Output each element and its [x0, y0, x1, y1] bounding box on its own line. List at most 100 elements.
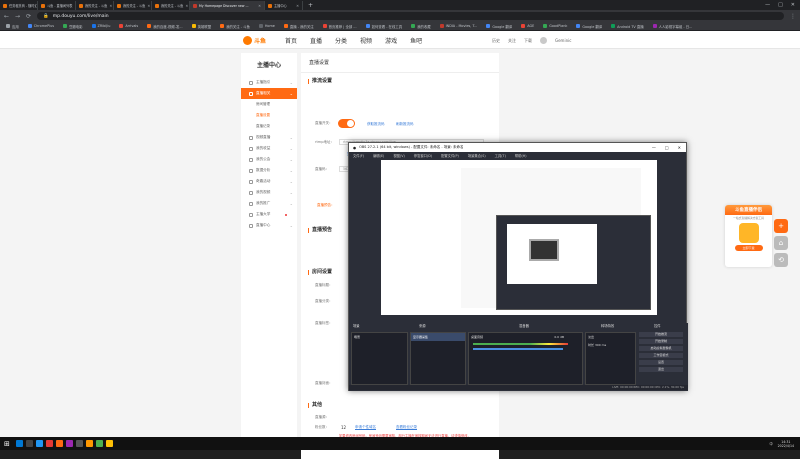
bookmark-item[interactable]: GoodPlank: [543, 24, 567, 28]
bookmark-item[interactable]: Google 翻译: [486, 24, 512, 29]
taskbar-app-icon[interactable]: [15, 440, 23, 447]
reload-icon[interactable]: ⟳: [26, 13, 31, 20]
sidebar-subitem[interactable]: 房间管理: [241, 99, 297, 110]
bookmark-item[interactable]: 我的关注 - 斗鱼: [220, 24, 250, 29]
back-icon[interactable]: ←: [4, 13, 9, 20]
tab-close-icon[interactable]: ✕: [185, 4, 188, 8]
plus-icon[interactable]: +: [774, 219, 788, 233]
apply-domain-link[interactable]: 申请个性域名: [355, 425, 376, 430]
get-code-link[interactable]: 获取推流码: [367, 122, 385, 127]
scenes-panel[interactable]: 场景: [351, 332, 408, 385]
settings-button[interactable]: 设置: [639, 360, 683, 365]
obs-close-icon[interactable]: ✕: [678, 145, 681, 150]
taskbar-app-icon[interactable]: [25, 440, 33, 447]
taskbar-app-icon[interactable]: [105, 440, 113, 447]
sources-panel[interactable]: 显示器采集: [410, 332, 466, 385]
bookmark-item[interactable]: Google 翻译: [576, 24, 602, 29]
bookmark-item[interactable]: 英雄联盟: [191, 24, 211, 29]
taskbar-app-icon[interactable]: [75, 440, 83, 447]
taskbar-app-icon[interactable]: [95, 440, 103, 447]
volume-slider[interactable]: [473, 348, 563, 350]
live-toggle[interactable]: [338, 119, 355, 128]
sidebar-subitem[interactable]: 直播设置: [241, 110, 297, 121]
taskbar-app-icon[interactable]: [55, 440, 63, 447]
obs-menu-item[interactable]: 编辑(E): [373, 153, 384, 158]
scene-item[interactable]: 场景: [352, 333, 407, 341]
bookmark-item[interactable]: INDIA - Movies, T...: [439, 24, 477, 28]
douyu-logo[interactable]: 斗鱼: [243, 34, 271, 46]
sidebar-item[interactable]: 主播指引 ⌄: [241, 77, 297, 88]
browser-tab[interactable]: My Homepage Discover new ... ✕: [190, 1, 265, 10]
duration-value[interactable]: 300 ms: [595, 343, 606, 347]
bookmark-item[interactable]: 豆瓣电影: [62, 24, 83, 29]
obs-maximize-icon[interactable]: □: [665, 145, 669, 150]
browser-tab[interactable]: 我的关注 - 斗鱼 ✕: [114, 1, 152, 10]
bookmark-item[interactable]: 我的百度-视频-发...: [147, 24, 183, 29]
browser-tab[interactable]: 主播中心 ✕: [265, 1, 303, 10]
obs-menu-item[interactable]: 帮助(H): [515, 153, 527, 158]
studio-mode-button[interactable]: 工作室模式: [639, 353, 683, 358]
username[interactable]: Geminiс: [555, 38, 571, 43]
follow-link[interactable]: 关注: [508, 38, 516, 44]
taskbar-app-icon[interactable]: [85, 440, 93, 447]
source-item[interactable]: 显示器采集: [411, 333, 465, 341]
avatar[interactable]: [540, 37, 547, 44]
bookmark-item[interactable]: ZRibiJiu: [91, 24, 110, 28]
bookmark-item[interactable]: AGE: [521, 24, 534, 28]
obs-menu-item[interactable]: 场景集合(S): [468, 153, 486, 158]
maximize-icon[interactable]: □: [778, 2, 783, 8]
obs-minimize-icon[interactable]: —: [652, 145, 656, 150]
bookmark-item[interactable]: 应用: [6, 24, 19, 29]
obs-menu-item[interactable]: 视图(V): [393, 153, 404, 158]
sidebar-item[interactable]: 主播大学: [241, 209, 297, 220]
obs-menu-item[interactable]: 配置文件(P): [441, 153, 459, 158]
url-input[interactable]: 🔒 mp.douyu.com/live/main: [37, 12, 784, 20]
clock[interactable]: 14:31 2022/4/14: [778, 440, 794, 448]
site-nav-item[interactable]: 直播: [310, 36, 322, 45]
obs-menu-item[interactable]: 停靠窗口(D): [414, 153, 432, 158]
virtual-camera-button[interactable]: 启动虚拟摄像机: [639, 346, 683, 351]
sidebar-item[interactable]: 我的推广 ⌄: [241, 198, 297, 209]
bookmark-item[interactable]: Home: [258, 24, 275, 28]
home-icon[interactable]: ⌂: [774, 236, 788, 250]
bookmark-item[interactable]: 我的收藏: [411, 24, 431, 29]
refresh-link[interactable]: 刷新推流码: [396, 122, 414, 127]
site-nav-item[interactable]: 鱼吧: [410, 36, 422, 45]
bookmark-item[interactable]: ChromePlus: [27, 24, 54, 28]
ime-indicator[interactable]: 中: [769, 441, 772, 446]
bookmark-item[interactable]: 人人影视字幕组 - 日...: [652, 24, 692, 29]
tab-close-icon[interactable]: ✕: [258, 4, 261, 8]
new-tab-button[interactable]: +: [303, 2, 318, 9]
sidebar-item[interactable]: 我的收益 ⌄: [241, 143, 297, 154]
tab-close-icon[interactable]: ✕: [109, 4, 112, 8]
extensions-icon[interactable]: ⋮: [790, 13, 796, 20]
close-icon[interactable]: ✕: [791, 2, 795, 8]
forward-icon[interactable]: →: [15, 13, 20, 20]
bookmark-item[interactable]: Android TV 直播: [611, 24, 644, 29]
tab-close-icon[interactable]: ✕: [147, 4, 150, 8]
browser-tab[interactable]: 我的关注 - 斗鱼 ✕: [76, 1, 114, 10]
view-fans-link[interactable]: 查看粉丝记录: [396, 425, 417, 430]
start-icon[interactable]: ⊞: [4, 440, 10, 448]
sidebar-item[interactable]: 我的视频 ⌄: [241, 187, 297, 198]
taskbar-app-icon[interactable]: [35, 440, 43, 447]
sidebar-item[interactable]: 直播中心 ⌄: [241, 220, 297, 231]
site-nav-item[interactable]: 分类: [335, 36, 347, 45]
taskbar-app-icon[interactable]: [65, 440, 73, 447]
bookmark-item[interactable]: 如何查看 - 在线工具: [365, 24, 402, 29]
history-link[interactable]: 历史: [492, 38, 500, 44]
bookmark-item[interactable]: Arrivals: [119, 24, 138, 28]
obs-titlebar[interactable]: ● OBS 27.2.1 (64 bit, windows) - 配置文件: 未…: [349, 143, 686, 152]
sidebar-subitem[interactable]: 直播记录: [241, 121, 297, 132]
site-nav-item[interactable]: 首页: [285, 36, 297, 45]
transition-select[interactable]: 淡出: [586, 333, 635, 341]
sidebar-item[interactable]: 直播相关 ⌄: [241, 88, 297, 99]
bookmark-item[interactable]: 首页推荐 | 全部 ...: [322, 24, 357, 29]
obs-menu-item[interactable]: 文件(F): [353, 153, 364, 158]
start-stream-button[interactable]: 开始推流: [639, 332, 683, 337]
obs-preview[interactable]: [381, 160, 657, 315]
ad-download-button[interactable]: 立即下载: [734, 245, 763, 251]
refresh-icon[interactable]: ⟲: [774, 253, 788, 267]
browser-tab[interactable]: 斗鱼 - 直播间列表✕: [38, 1, 76, 10]
bookmark-item[interactable]: 直播 - 我的关注: [283, 24, 314, 29]
